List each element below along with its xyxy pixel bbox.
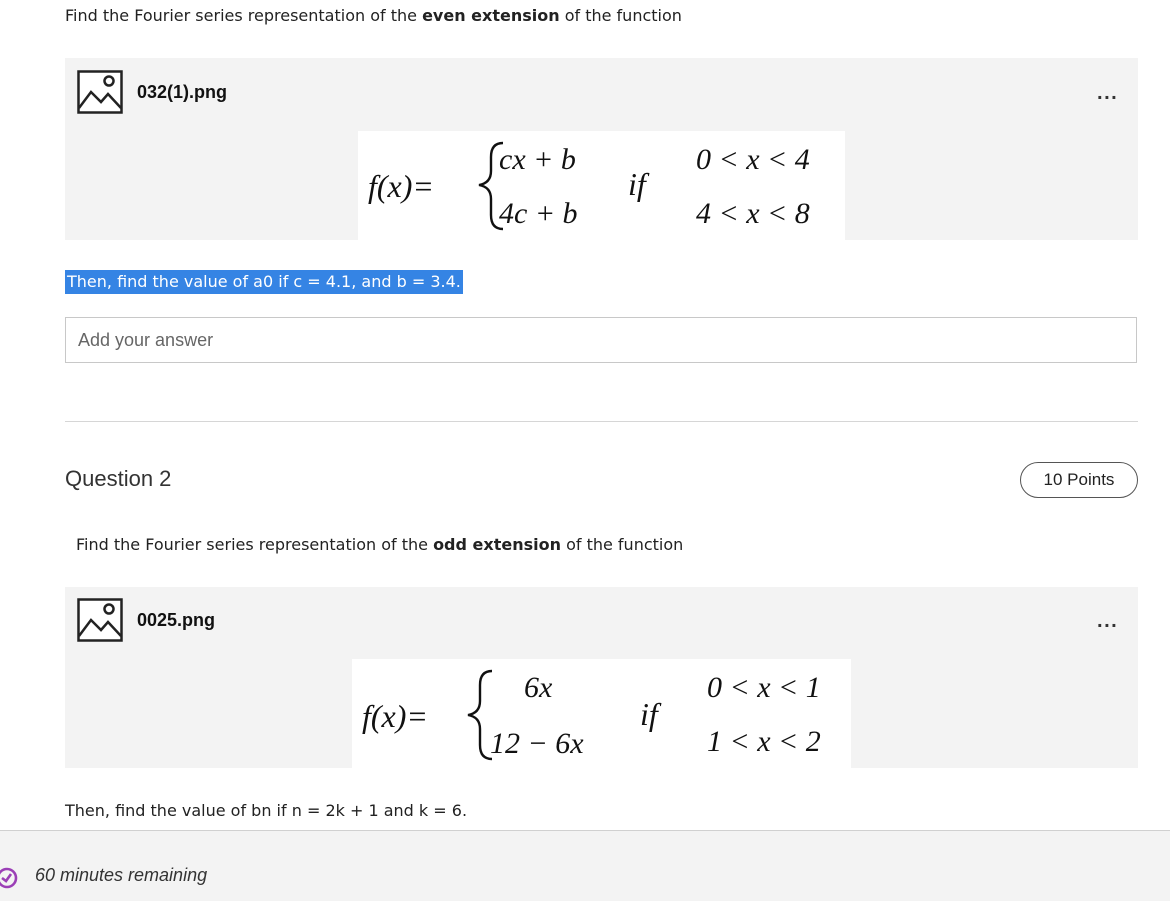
- prompt-text-end: of the function: [560, 535, 684, 554]
- attachment-panel-2: 0025.png ... f(x)= 6x 12 − 6x if 0 < x <…: [65, 587, 1138, 768]
- condition-word: if: [628, 166, 650, 202]
- case2-expression: 12 − 6x: [490, 727, 584, 760]
- question2-prompt: Find the Fourier series representation o…: [76, 535, 683, 554]
- case2-expression: 4c + b: [499, 197, 578, 230]
- image-file-icon: [77, 70, 123, 114]
- attachment-panel-1: 032(1).png ... f(x)= cx + b 4c + b if 0 …: [65, 58, 1138, 240]
- answer-input[interactable]: [65, 317, 1137, 363]
- equation-image: f(x)= cx + b 4c + b if 0 < x < 4 4 < x <…: [358, 131, 845, 240]
- case1-condition: 0 < x < 4: [696, 143, 810, 176]
- equation-image: f(x)= 6x 12 − 6x if 0 < x < 1 1 < x < 2: [352, 659, 851, 768]
- more-options-icon[interactable]: ...: [1097, 612, 1118, 631]
- more-options-icon[interactable]: ...: [1097, 84, 1118, 103]
- case2-condition: 1 < x < 2: [707, 725, 821, 758]
- attachment-header[interactable]: 0025.png: [77, 598, 215, 642]
- prompt-text: Find the Fourier series representation o…: [65, 6, 423, 25]
- image-file-icon: [77, 598, 123, 642]
- sub-question-1: Then, find the value of a0 if c = 4.1, a…: [65, 270, 463, 294]
- timer-text: 60 minutes remaining: [35, 865, 208, 885]
- attachment-header[interactable]: 032(1).png: [77, 70, 227, 114]
- condition-word: if: [640, 696, 662, 732]
- prompt-bold-text: odd extension: [433, 535, 561, 554]
- case1-expression: 6x: [524, 671, 553, 704]
- sub-question-2: Then, find the value of bn if n = 2k + 1…: [65, 801, 468, 820]
- prompt-text: Find the Fourier series representation o…: [76, 535, 434, 554]
- case2-condition: 4 < x < 8: [696, 197, 810, 230]
- timer-icon: [0, 865, 20, 895]
- question-divider: [65, 421, 1138, 422]
- highlighted-text: Then, find the value of a0 if c = 4.1, a…: [65, 270, 463, 294]
- equation-lhs: f(x)=: [362, 698, 428, 734]
- prompt-text-end: of the function: [559, 6, 682, 25]
- question1-prompt: Find the Fourier series representation o…: [65, 6, 682, 25]
- attachment-file-name[interactable]: 0025.png: [137, 610, 215, 631]
- prompt-bold-text: even extension: [422, 6, 560, 25]
- question-title: Question 2: [65, 466, 172, 491]
- case1-expression: cx + b: [499, 143, 576, 176]
- footer-bar: 60 minutes remaining: [0, 830, 1170, 901]
- points-badge: 10 Points: [1020, 462, 1138, 498]
- equation-lhs: f(x)=: [368, 168, 434, 204]
- case1-condition: 0 < x < 1: [707, 671, 821, 704]
- attachment-file-name[interactable]: 032(1).png: [137, 82, 227, 103]
